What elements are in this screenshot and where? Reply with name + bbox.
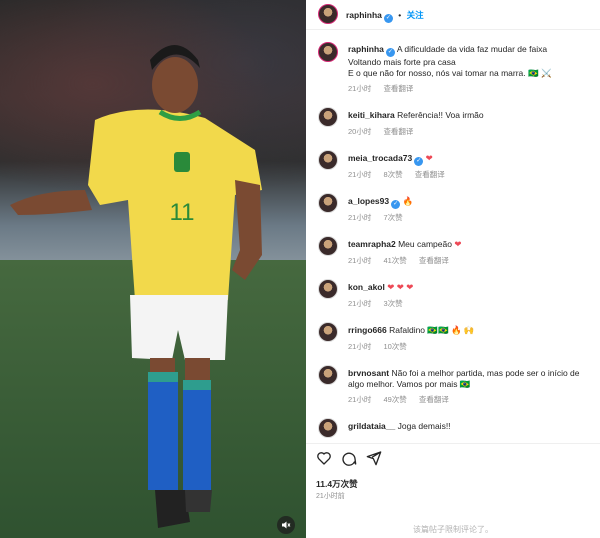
caption-meta: 21小时 查看翻译: [348, 83, 423, 94]
like-count[interactable]: 10次赞: [383, 342, 406, 351]
post-timestamp: 21小时前: [316, 493, 345, 500]
comments-closed-notice: 该篇帖子限制评论了。: [413, 525, 493, 534]
avatar[interactable]: [318, 193, 338, 213]
mute-button[interactable]: [277, 516, 295, 534]
heart-emoji: ❤ ❤ ❤: [387, 282, 414, 292]
comment-item: meia_trocada73 ✓ ❤: [348, 153, 596, 166]
comment-text: Meu campeão: [398, 239, 452, 249]
timestamp: 21小时: [348, 84, 372, 93]
avatar[interactable]: [318, 365, 338, 385]
comment-username[interactable]: grildataia__: [348, 421, 395, 431]
fire-emoji: 🔥: [402, 196, 414, 206]
verified-icon: ✓: [391, 200, 401, 209]
avatar[interactable]: [318, 418, 338, 438]
comment-text: Referência!! Voa irmão: [397, 110, 484, 120]
comment-username[interactable]: a_lopes93: [348, 196, 389, 206]
header-user: raphinha ✓ • 关注: [346, 10, 424, 23]
avatar[interactable]: [318, 236, 338, 256]
comment-username[interactable]: brvnosant: [348, 368, 389, 378]
post-header: raphinha ✓ • 关注: [306, 0, 600, 30]
caption-line: E o que não for nosso, nós vai tomar na …: [348, 68, 552, 78]
emoji-trail: 🔥 🙌: [450, 325, 475, 335]
comment-item: teamrapha2 Meu campeão ❤: [348, 239, 596, 250]
avatar[interactable]: [318, 150, 338, 170]
avatar[interactable]: [318, 279, 338, 299]
like-count[interactable]: 11.4万次赞: [316, 478, 358, 490]
svg-text:11: 11: [170, 199, 195, 226]
comment-text: Rafaldino 🇧🇷🇧🇷: [389, 325, 449, 335]
see-translation-link[interactable]: 查看翻译: [383, 84, 413, 93]
mute-icon: [282, 521, 291, 529]
avatar[interactable]: [318, 42, 338, 62]
see-translation-link[interactable]: 查看翻译: [383, 127, 413, 136]
comment-text: Joga demais!!: [397, 421, 451, 431]
comment-item: brvnosant Não foi a melhor partida, mas …: [348, 368, 596, 390]
heart-emoji: ❤: [425, 153, 433, 163]
caption-username[interactable]: raphinha: [348, 44, 384, 54]
heart-outline-icon[interactable]: [316, 450, 332, 466]
comment-username[interactable]: teamrapha2: [348, 239, 396, 249]
comment-username[interactable]: rringo666: [348, 325, 387, 335]
caption-line: A dificuldade da vida faz mudar de faixa: [396, 44, 548, 54]
see-translation-link[interactable]: 查看翻译: [415, 170, 445, 179]
comment-text: Não foi a melhor partida, mas pode ser o…: [391, 368, 580, 378]
timestamp: 20小时: [348, 127, 372, 136]
like-count[interactable]: 49次赞: [383, 395, 406, 404]
timestamp: 21小时: [348, 170, 372, 179]
comment-item: kon_akol ❤ ❤ ❤: [348, 282, 596, 293]
post-actions: 11.4万次赞 21小时前 该篇帖子限制评论了。: [306, 443, 600, 538]
like-count[interactable]: 7次赞: [383, 213, 402, 222]
caption: raphinha ✓ A dificuldade da vida faz muda…: [348, 44, 596, 79]
timestamp: 21小时: [348, 213, 372, 222]
like-count[interactable]: 8次赞: [383, 170, 402, 179]
like-count[interactable]: 41次赞: [383, 256, 406, 265]
timestamp: 21小时: [348, 395, 372, 404]
verified-icon: ✓: [383, 14, 393, 23]
timestamp: 21小时: [348, 256, 372, 265]
share-icon[interactable]: [366, 450, 382, 466]
follow-button[interactable]: 关注: [407, 10, 424, 20]
comment-meta: 21小时 3次赞: [348, 298, 413, 309]
comment-username[interactable]: keiti_kihara: [348, 110, 395, 120]
player-illustration: 11: [10, 45, 262, 528]
verified-icon: ✓: [385, 48, 395, 57]
comment-meta: 21小时 41次赞 查看翻译: [348, 255, 459, 266]
verified-icon: ✓: [414, 157, 424, 166]
timestamp: 21小时: [348, 299, 372, 308]
avatar[interactable]: [318, 322, 338, 342]
comment-meta: 20小时 查看翻译: [348, 126, 423, 137]
caption-line: Voltando mais forte pra casa: [348, 57, 456, 67]
comment-item: a_lopes93 ✓ 🔥: [348, 196, 596, 209]
like-count[interactable]: 3次赞: [383, 299, 402, 308]
comment-item: rringo666 Rafaldino 🇧🇷🇧🇷 🔥 🙌: [348, 325, 596, 336]
heart-emoji: ❤: [454, 239, 462, 249]
comment-item: grildataia__ Joga demais!!: [348, 421, 596, 432]
comment-text-continued: algo melhor. Vamos por mais 🇧🇷: [348, 379, 471, 389]
post-photo[interactable]: 11: [0, 0, 306, 538]
see-translation-link[interactable]: 查看翻译: [419, 256, 449, 265]
comment-username[interactable]: kon_akol: [348, 282, 385, 292]
timestamp: 21小时: [348, 342, 372, 351]
author-username[interactable]: raphinha: [346, 10, 382, 20]
comment-icon[interactable]: [341, 450, 357, 466]
avatar[interactable]: [318, 107, 338, 127]
comment-username[interactable]: meia_trocada73: [348, 153, 412, 163]
see-translation-link[interactable]: 查看翻译: [419, 395, 449, 404]
comment-item: keiti_kihara Referência!! Voa irmão: [348, 110, 596, 121]
comment-meta: 21小时 49次赞 查看翻译: [348, 394, 459, 405]
comment-meta: 21小时 7次赞: [348, 212, 413, 223]
comment-meta: 21小时 10次赞: [348, 341, 417, 352]
comment-meta: 21小时 8次赞 查看翻译: [348, 169, 455, 180]
avatar[interactable]: [318, 4, 338, 24]
post-side-panel: raphinha ✓ • 关注 raphinha ✓ A dificuldade d…: [306, 0, 600, 538]
